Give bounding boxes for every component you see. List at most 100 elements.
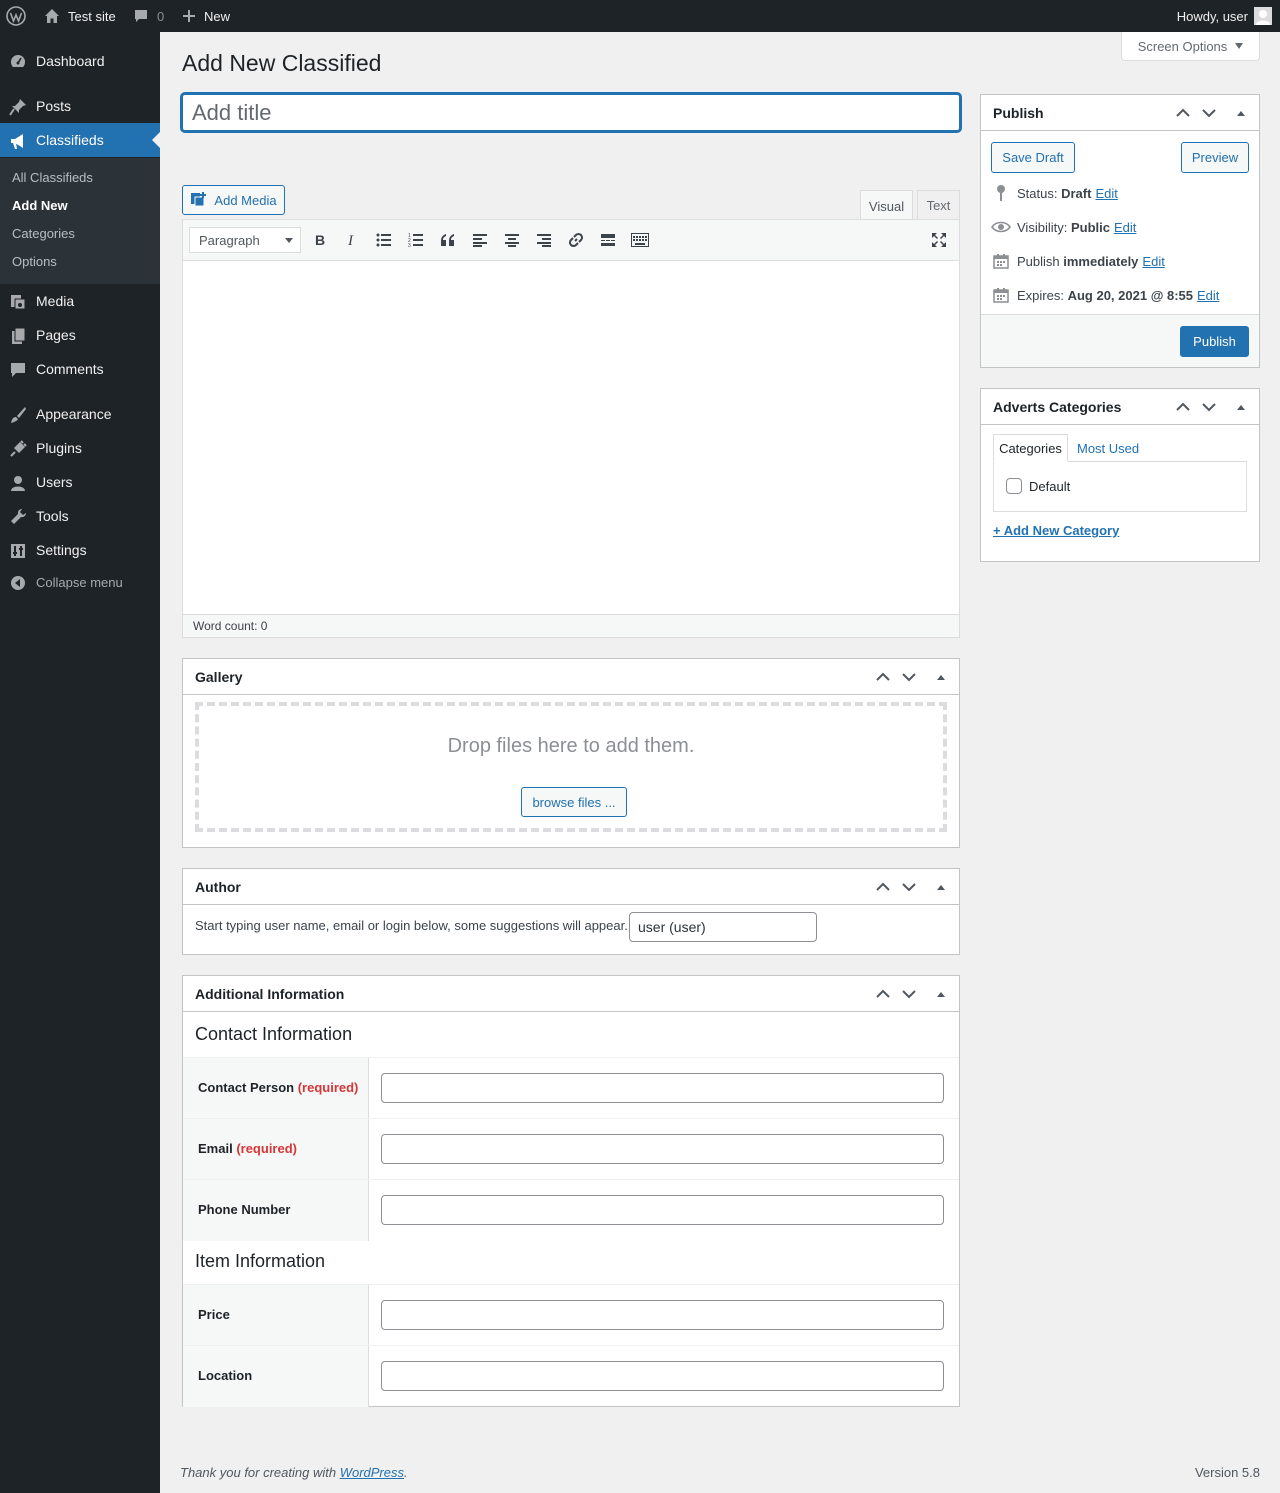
- align-left-icon[interactable]: [470, 230, 490, 250]
- fullscreen-icon[interactable]: [929, 230, 949, 250]
- chevron-down-icon[interactable]: [901, 669, 917, 685]
- chevron-up-icon[interactable]: [875, 669, 891, 685]
- numbered-list-icon[interactable]: 123: [406, 230, 426, 250]
- field-label: Location: [198, 1368, 253, 1383]
- sidebar-item-label: Settings: [36, 542, 87, 558]
- tab-visual-label: Visual: [868, 198, 905, 214]
- preview-label: Preview: [1191, 150, 1239, 165]
- publish-button[interactable]: Publish: [1180, 326, 1249, 357]
- sidebar-item-appearance[interactable]: Appearance: [0, 397, 160, 431]
- phone-number-field[interactable]: [381, 1195, 944, 1225]
- site-name-link[interactable]: Test site: [44, 0, 116, 32]
- chevron-up-icon[interactable]: [875, 986, 891, 1002]
- format-select[interactable]: Paragraph: [189, 227, 301, 253]
- sidebar-item-users[interactable]: Users: [0, 465, 160, 499]
- toggle-panel-icon[interactable]: [933, 879, 949, 895]
- save-draft-button[interactable]: Save Draft: [991, 142, 1075, 173]
- publish-date-label: Publish: [1017, 253, 1060, 269]
- sidebar-item-media[interactable]: Media: [0, 284, 160, 318]
- browse-files-button[interactable]: browse files ...: [521, 787, 627, 817]
- contact-person-field[interactable]: [381, 1073, 944, 1103]
- edit-visibility-link[interactable]: Edit: [1114, 220, 1136, 235]
- sidebar-item-tools[interactable]: Tools: [0, 499, 160, 533]
- bulleted-list-icon[interactable]: [374, 230, 394, 250]
- pages-icon: [8, 326, 28, 346]
- edit-status-link[interactable]: Edit: [1095, 186, 1117, 201]
- toggle-panel-icon[interactable]: [933, 986, 949, 1002]
- sidebar-item-pages[interactable]: Pages: [0, 318, 160, 352]
- submenu-add-new[interactable]: Add New: [12, 198, 68, 213]
- form-row-phone: Phone Number: [183, 1179, 959, 1241]
- postbox-title: Adverts Categories: [993, 399, 1122, 415]
- comments-link[interactable]: 0: [134, 0, 164, 32]
- read-more-icon[interactable]: [598, 230, 618, 250]
- wordpress-link[interactable]: WordPress: [340, 1465, 404, 1480]
- italic-icon[interactable]: I: [342, 230, 362, 250]
- adverts-categories-postbox: Adverts Categories Categories Most Used …: [980, 388, 1260, 562]
- add-media-button[interactable]: Add Media: [182, 185, 285, 215]
- chevron-down-icon[interactable]: [1201, 105, 1217, 121]
- svg-text:B: B: [315, 233, 325, 247]
- chevron-down-icon[interactable]: [1201, 399, 1217, 415]
- content-editor: Paragraph B I 123 Word count: 0: [182, 219, 960, 638]
- gallery-dropzone[interactable]: Drop files here to add them. browse file…: [195, 702, 947, 832]
- sidebar-item-dashboard[interactable]: Dashboard: [0, 44, 160, 78]
- sidebar-item-settings[interactable]: Settings: [0, 533, 160, 567]
- postbox-title: Publish: [993, 105, 1044, 121]
- sidebar-item-label: Media: [36, 293, 75, 309]
- toolbar-toggle-icon[interactable]: [630, 230, 650, 250]
- wrench-icon: [8, 507, 28, 527]
- email-field[interactable]: [381, 1134, 944, 1164]
- edit-expires-link[interactable]: Edit: [1197, 288, 1219, 303]
- toggle-panel-icon[interactable]: [933, 669, 949, 685]
- post-title-input[interactable]: [181, 93, 961, 132]
- edit-publish-date-link[interactable]: Edit: [1142, 254, 1164, 269]
- sliders-icon: [8, 541, 28, 561]
- add-media-label: Add Media: [214, 192, 277, 208]
- sidebar-item-comments[interactable]: Comments: [0, 352, 160, 386]
- wordpress-logo-icon[interactable]: [6, 0, 26, 32]
- toggle-panel-icon[interactable]: [1233, 105, 1249, 121]
- sidebar-item-label: Posts: [36, 98, 72, 114]
- chevron-up-icon[interactable]: [875, 879, 891, 895]
- submenu-options[interactable]: Options: [12, 254, 57, 269]
- toggle-panel-icon[interactable]: [1233, 399, 1249, 415]
- megaphone-icon: [8, 131, 28, 151]
- blockquote-icon[interactable]: [438, 230, 458, 250]
- screen-options-button[interactable]: Screen Options: [1121, 32, 1260, 61]
- new-content-link[interactable]: New: [182, 0, 230, 32]
- publish-button-label: Publish: [1193, 334, 1236, 349]
- tab-visual[interactable]: Visual: [860, 190, 913, 221]
- pin-icon: [991, 183, 1011, 203]
- tab-most-used[interactable]: Most Used: [1077, 434, 1139, 462]
- editor-content-area[interactable]: [183, 261, 959, 614]
- tab-categories-label: Categories: [999, 440, 1062, 456]
- additional-information-postbox: Additional Information Contact Informati…: [182, 975, 960, 1407]
- author-field[interactable]: [629, 912, 817, 942]
- sidebar-item-classifieds[interactable]: Classifieds: [0, 123, 160, 157]
- add-new-category-link[interactable]: + Add New Category: [993, 523, 1119, 538]
- user-icon: [8, 473, 28, 493]
- preview-button[interactable]: Preview: [1181, 142, 1249, 173]
- chevron-up-icon[interactable]: [1175, 399, 1191, 415]
- chevron-down-icon[interactable]: [901, 879, 917, 895]
- tab-categories[interactable]: Categories: [993, 434, 1068, 462]
- bold-icon[interactable]: B: [310, 230, 330, 250]
- price-field[interactable]: [381, 1300, 944, 1330]
- chevron-up-icon[interactable]: [1175, 105, 1191, 121]
- location-field[interactable]: [381, 1361, 944, 1391]
- screen-options-label: Screen Options: [1137, 38, 1228, 54]
- chevron-down-icon[interactable]: [901, 986, 917, 1002]
- sidebar-item-plugins[interactable]: Plugins: [0, 431, 160, 465]
- default-category-checkbox[interactable]: [1006, 478, 1022, 494]
- status-row: Status: Draft Edit: [991, 183, 1118, 203]
- my-account-link[interactable]: Howdy, user: [1177, 0, 1272, 32]
- align-right-icon[interactable]: [534, 230, 554, 250]
- align-center-icon[interactable]: [502, 230, 522, 250]
- collapse-menu-button[interactable]: Collapse menu: [0, 570, 160, 596]
- link-icon[interactable]: [566, 230, 586, 250]
- submenu-all-classifieds[interactable]: All Classifieds: [12, 170, 93, 185]
- sidebar-item-posts[interactable]: Posts: [0, 89, 160, 123]
- tab-text[interactable]: Text: [917, 190, 960, 220]
- submenu-categories[interactable]: Categories: [12, 226, 75, 241]
